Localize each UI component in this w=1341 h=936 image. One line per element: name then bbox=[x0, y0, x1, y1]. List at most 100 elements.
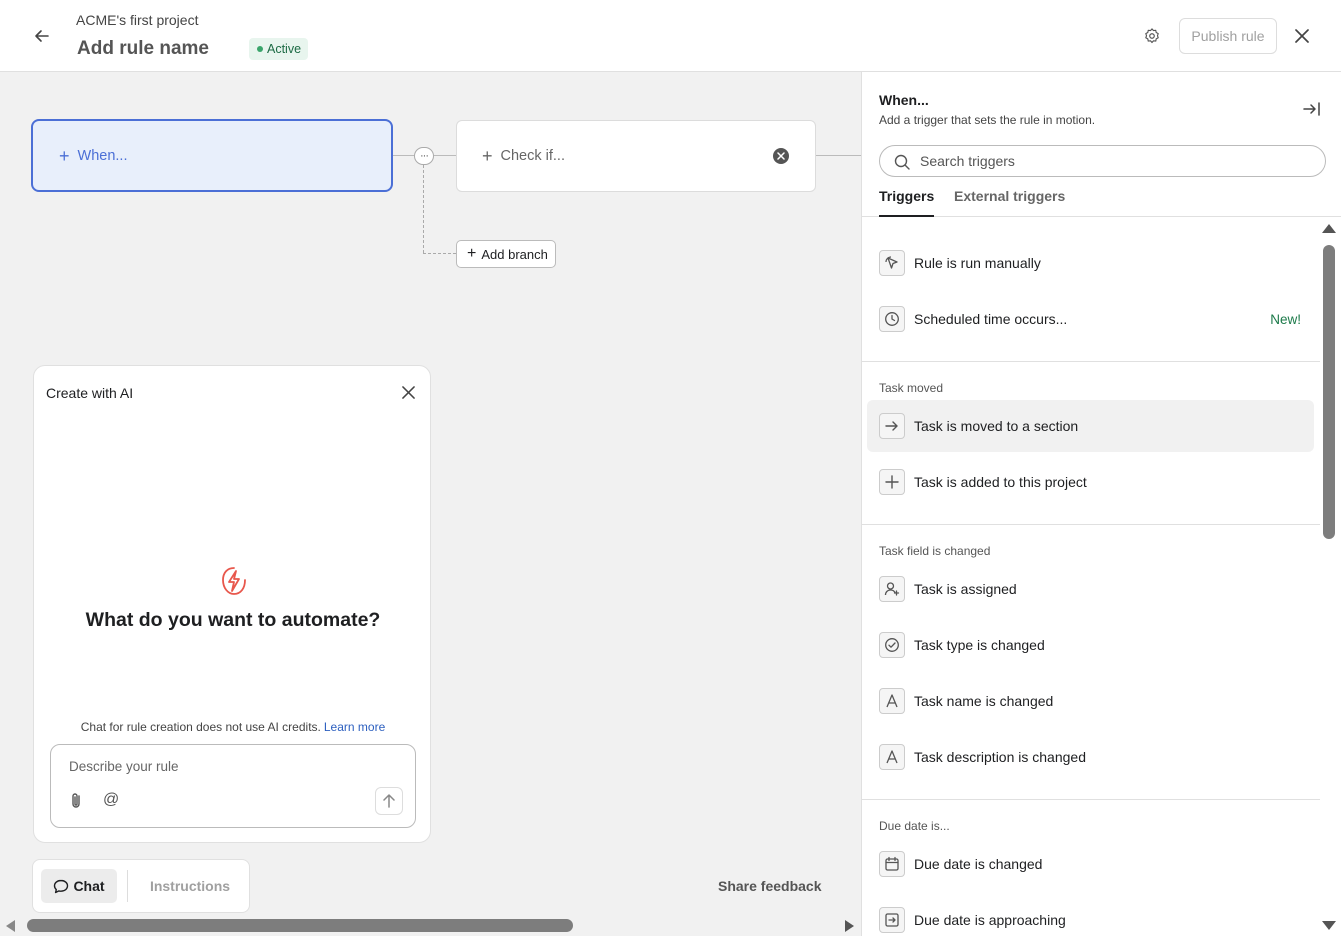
trigger-item[interactable]: Task is assigned bbox=[867, 563, 1314, 615]
mention-button[interactable]: @ bbox=[103, 791, 119, 809]
trigger-item[interactable]: Scheduled time occurs... New! bbox=[867, 293, 1314, 345]
close-button[interactable] bbox=[1290, 24, 1314, 48]
ai-panel-close-button[interactable] bbox=[398, 382, 418, 402]
scroll-left-arrow-icon[interactable] bbox=[6, 920, 15, 932]
collapse-panel-button[interactable] bbox=[1301, 98, 1323, 120]
add-branch-label: Add branch bbox=[481, 246, 548, 262]
scroll-down-arrow-icon[interactable] bbox=[1322, 921, 1336, 930]
tab-external-triggers[interactable]: External triggers bbox=[954, 188, 1065, 204]
letter-a-icon bbox=[879, 744, 905, 770]
cursor-click-icon bbox=[879, 250, 905, 276]
trigger-label: Task name is changed bbox=[914, 693, 1054, 709]
trigger-item[interactable]: Due date is approaching bbox=[867, 894, 1314, 936]
settings-button[interactable] bbox=[1140, 24, 1164, 48]
horizontal-scroll-thumb[interactable] bbox=[27, 919, 573, 932]
rule-name-field[interactable]: Add rule name bbox=[77, 38, 209, 60]
trigger-label: Due date is changed bbox=[914, 856, 1043, 872]
section-divider bbox=[862, 524, 1320, 525]
letter-a-icon bbox=[879, 688, 905, 714]
scroll-right-arrow-icon[interactable] bbox=[845, 920, 854, 932]
section-label: Task field is changed bbox=[879, 544, 991, 558]
create-with-ai-panel: Create with AI What do you want to autom… bbox=[33, 365, 431, 843]
trigger-item[interactable]: Task name is changed bbox=[867, 675, 1314, 727]
connector-line bbox=[434, 155, 456, 156]
lightning-bolt-icon bbox=[222, 567, 246, 595]
ai-heading: What do you want to automate? bbox=[85, 609, 381, 631]
describe-rule-input[interactable] bbox=[69, 759, 389, 774]
status-badge: Active bbox=[249, 38, 309, 60]
rule-canvas[interactable]: + When... ··· + Check if... + Add branch… bbox=[0, 72, 861, 936]
learn-more-link[interactable]: Learn more bbox=[324, 720, 385, 734]
project-name[interactable]: ACME's first project bbox=[76, 12, 198, 28]
check-circle-icon bbox=[879, 632, 905, 658]
arrow-left-icon bbox=[35, 30, 49, 42]
paperclip-icon[interactable] bbox=[69, 792, 85, 810]
arrow-up-icon bbox=[383, 794, 395, 808]
trigger-side-panel: When... Add a trigger that sets the rule… bbox=[861, 72, 1341, 936]
add-branch-button[interactable]: + Add branch bbox=[456, 240, 556, 268]
send-button[interactable] bbox=[375, 787, 403, 815]
ai-panel-title: Create with AI bbox=[46, 385, 134, 401]
new-badge: New! bbox=[1270, 312, 1301, 327]
trigger-label: Scheduled time occurs... bbox=[914, 311, 1068, 327]
trigger-item[interactable]: Rule is run manually bbox=[867, 237, 1314, 289]
trigger-label: Task type is changed bbox=[914, 637, 1045, 653]
more-options-button[interactable]: ··· bbox=[414, 147, 434, 165]
trigger-item[interactable]: Task is added to this project bbox=[867, 456, 1314, 508]
vertical-scroll-thumb[interactable] bbox=[1323, 245, 1335, 539]
gear-icon bbox=[1145, 28, 1159, 44]
trigger-label: Due date is approaching bbox=[914, 912, 1066, 928]
branch-connector bbox=[423, 253, 456, 254]
section-label: Due date is... bbox=[879, 819, 950, 833]
check-if-node[interactable]: + Check if... bbox=[456, 120, 816, 192]
status-label: Active bbox=[267, 42, 302, 56]
ai-credits-note: Chat for rule creation does not use AI c… bbox=[34, 720, 432, 734]
ai-note-text: Chat for rule creation does not use AI c… bbox=[80, 720, 321, 734]
status-dot-icon bbox=[257, 46, 263, 52]
check-node-label: Check if... bbox=[500, 148, 565, 164]
plus-icon: + bbox=[467, 245, 477, 262]
publish-rule-button[interactable]: Publish rule bbox=[1179, 18, 1277, 54]
plus-icon: + bbox=[59, 145, 70, 166]
when-node-label: When... bbox=[77, 147, 128, 164]
tab-instructions[interactable]: Instructions bbox=[143, 869, 237, 903]
trigger-label: Task is added to this project bbox=[914, 474, 1087, 490]
scroll-up-arrow-icon[interactable] bbox=[1322, 224, 1336, 233]
arrow-right-icon bbox=[879, 413, 905, 439]
plus-icon bbox=[879, 469, 905, 495]
trigger-item[interactable]: Task is moved to a section bbox=[867, 400, 1314, 452]
close-icon bbox=[777, 152, 785, 160]
vertical-scrollbar[interactable] bbox=[1318, 218, 1341, 936]
user-add-icon bbox=[879, 576, 905, 602]
close-icon bbox=[401, 385, 415, 399]
trigger-item[interactable]: Task description is changed bbox=[867, 731, 1314, 783]
share-feedback-link[interactable]: Share feedback bbox=[718, 878, 822, 894]
trigger-label: Task is moved to a section bbox=[914, 418, 1079, 434]
side-panel-title: When... bbox=[879, 92, 929, 108]
tab-chat[interactable]: Chat bbox=[41, 869, 117, 903]
close-icon bbox=[1295, 29, 1309, 43]
trigger-list: Rule is run manually Scheduled time occu… bbox=[862, 218, 1320, 936]
section-label: Task moved bbox=[879, 381, 944, 395]
branch-connector bbox=[423, 165, 424, 253]
collapse-right-icon bbox=[1303, 102, 1320, 116]
search-triggers bbox=[879, 145, 1326, 177]
horizontal-scrollbar[interactable] bbox=[0, 914, 861, 936]
remove-check-button[interactable] bbox=[773, 148, 789, 164]
plus-icon: + bbox=[482, 146, 493, 166]
section-divider bbox=[862, 361, 1320, 362]
back-button[interactable] bbox=[28, 22, 56, 50]
calendar-icon bbox=[879, 851, 905, 877]
trigger-item[interactable]: Task type is changed bbox=[867, 619, 1314, 671]
search-icon bbox=[894, 154, 910, 170]
connector-line bbox=[393, 155, 414, 156]
search-triggers-input[interactable] bbox=[920, 153, 1310, 169]
tab-triggers[interactable]: Triggers bbox=[879, 188, 935, 217]
header: ACME's first project Add rule name Activ… bbox=[0, 0, 1341, 72]
trigger-item[interactable]: Due date is changed bbox=[867, 838, 1314, 890]
chat-bubble-icon bbox=[54, 879, 69, 893]
tab-divider bbox=[127, 870, 128, 902]
when-trigger-node[interactable]: + When... bbox=[31, 119, 393, 192]
trigger-label: Task description is changed bbox=[914, 749, 1086, 765]
connector-line bbox=[816, 155, 861, 156]
